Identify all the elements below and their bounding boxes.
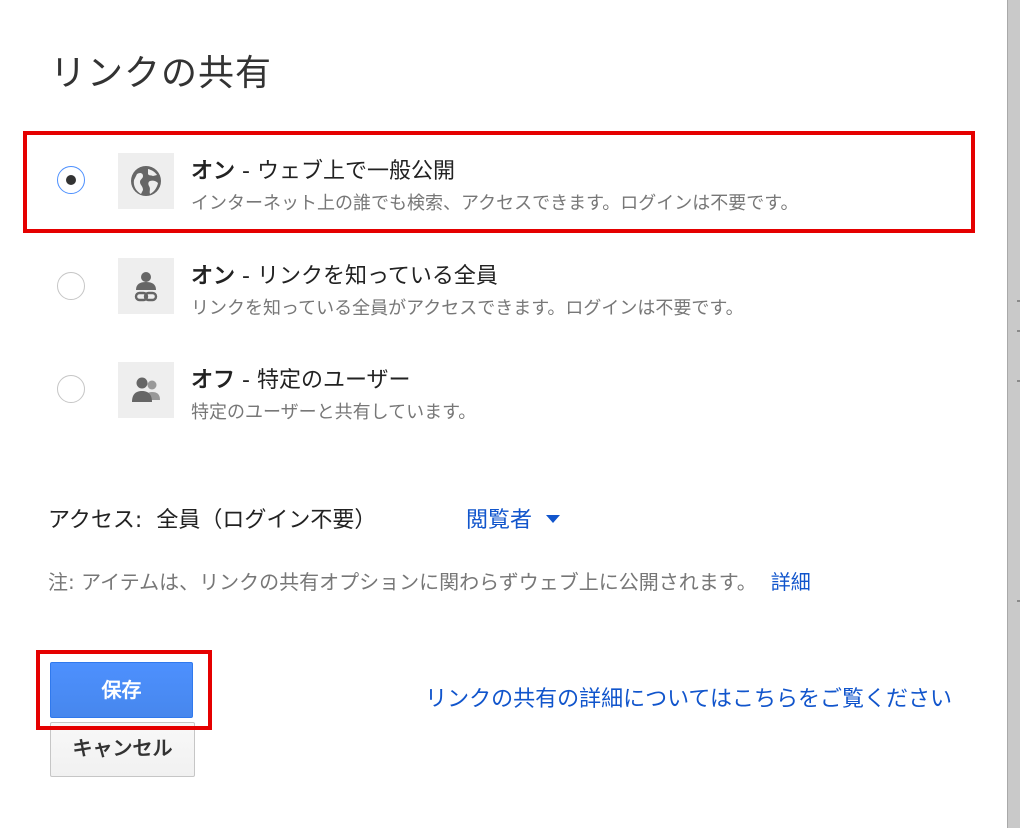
learn-more-link[interactable]: リンクの共有の詳細についてはこちらをご覧ください bbox=[352, 684, 952, 716]
note: 注: アイテムは、リンクの共有オプションに関わらずウェブ上に公開されます。 詳細 bbox=[48, 566, 811, 595]
access-value: 全員（ログイン不要） bbox=[156, 508, 377, 533]
dialog-title: リンクの共有 bbox=[50, 53, 273, 94]
highlight-box-save-button bbox=[36, 650, 212, 730]
option-label: - リンクを知っている全員 bbox=[235, 264, 498, 289]
highlight-box-public-option bbox=[23, 131, 975, 233]
option-label: - 特定のユーザー bbox=[235, 368, 411, 393]
access-role-label: 閲覧者 bbox=[466, 508, 533, 533]
people-icon bbox=[118, 362, 174, 418]
details-link[interactable]: 詳細 bbox=[771, 570, 811, 594]
option-description: 特定のユーザーと共有しています。 bbox=[191, 402, 477, 423]
access-row: アクセス: 全員（ログイン不要） bbox=[48, 502, 376, 534]
cancel-button[interactable]: キャンセル bbox=[50, 722, 195, 777]
option-anyone-with-link[interactable]: オン - リンクを知っている全員 リンクを知っている全員がアクセスできます。ログ… bbox=[24, 236, 974, 336]
window-edge bbox=[1007, 0, 1020, 828]
link-sharing-dialog: リンクの共有 オン - ウェブ上で一般公開 インターネット上の誰でも検索、アクセ… bbox=[0, 0, 1007, 828]
radio-specific-people[interactable] bbox=[57, 375, 85, 403]
option-state: オフ bbox=[191, 368, 236, 393]
option-title: オフ - 特定のユーザー bbox=[191, 362, 411, 394]
option-description: リンクを知っている全員がアクセスできます。ログインは不要です。 bbox=[191, 298, 744, 319]
radio-anyone-with-link[interactable] bbox=[57, 272, 85, 300]
option-title: オン - リンクを知っている全員 bbox=[191, 258, 498, 290]
access-label: アクセス: bbox=[48, 508, 143, 533]
person-link-icon bbox=[118, 258, 174, 314]
option-state: オン bbox=[191, 264, 236, 289]
access-role-dropdown[interactable]: 閲覧者 bbox=[466, 502, 561, 534]
chevron-down-icon bbox=[546, 515, 561, 523]
option-specific-people[interactable]: オフ - 特定のユーザー 特定のユーザーと共有しています。 bbox=[24, 340, 974, 440]
note-text: 注: アイテムは、リンクの共有オプションに関わらずウェブ上に公開されます。 bbox=[48, 570, 757, 594]
